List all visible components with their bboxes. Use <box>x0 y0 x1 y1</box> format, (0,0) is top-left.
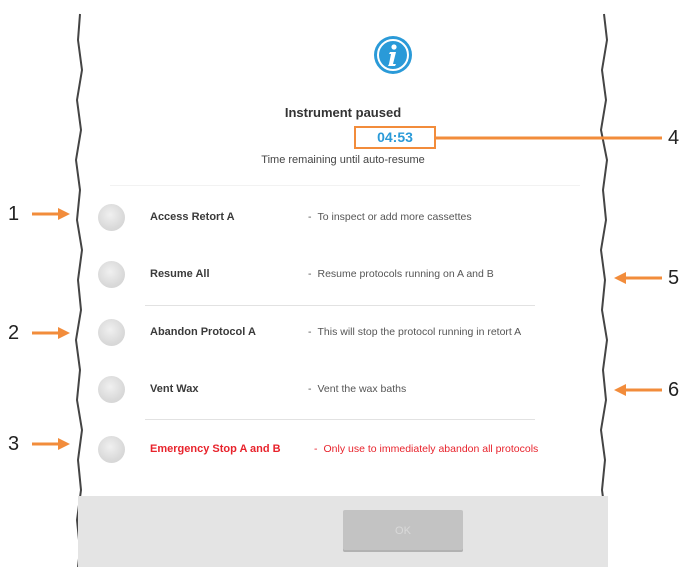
radio-button[interactable] <box>98 319 125 346</box>
option-label: Emergency Stop A and B <box>150 443 281 455</box>
callout-arrow-icon <box>614 272 662 284</box>
option-description-text: This will stop the protocol running in r… <box>317 326 522 338</box>
option-description-text: Vent the wax baths <box>317 383 407 395</box>
option-label: Abandon Protocol A <box>150 326 256 338</box>
radio-button[interactable] <box>98 376 125 403</box>
dialog-title: Instrument paused <box>284 105 402 120</box>
option-label: Access Retort A <box>150 211 235 223</box>
divider <box>145 419 535 420</box>
option-description-text: Only use to immediately abandon all prot… <box>323 443 539 455</box>
ok-button[interactable]: OK <box>343 510 463 552</box>
option-vent-wax[interactable]: Vent Wax - Vent the wax baths <box>96 372 596 408</box>
divider <box>145 305 535 306</box>
option-description: - Only use to immediately abandon all pro… <box>314 443 538 455</box>
dash: - <box>308 268 312 280</box>
dash: - <box>308 383 312 395</box>
option-resume-all[interactable]: Resume All - Resume protocols running on … <box>96 257 596 293</box>
callout-number: 5 <box>668 267 680 289</box>
callout-arrow-icon <box>614 384 662 396</box>
radio-button[interactable] <box>98 204 125 231</box>
dash: - <box>308 211 312 223</box>
option-description-text: Resume protocols running on A and B <box>317 268 494 280</box>
info-icon <box>374 36 412 74</box>
timer-caption: Time remaining until auto-resume <box>261 154 425 166</box>
option-description: - This will stop the protocol running in … <box>308 326 521 338</box>
callout-arrow-icon <box>32 327 70 339</box>
callout-number: 3 <box>8 433 20 455</box>
dash: - <box>314 443 318 455</box>
option-description: - To inspect or add more cassettes <box>308 211 472 223</box>
radio-button[interactable] <box>98 436 125 463</box>
background-line <box>110 185 580 186</box>
callout-number: 1 <box>8 203 20 225</box>
option-abandon-protocol-a[interactable]: Abandon Protocol A - This will stop the p… <box>96 315 596 351</box>
option-label: Resume All <box>150 268 210 280</box>
callout-line-timer <box>436 136 662 140</box>
option-label: Vent Wax <box>150 383 199 395</box>
option-description-text: To inspect or add more cassettes <box>317 211 472 223</box>
option-access-retort-a[interactable]: Access Retort A - To inspect or add more … <box>96 200 596 236</box>
option-description: - Resume protocols running on A and B <box>308 268 494 280</box>
callout-number: 4 <box>668 127 680 149</box>
dash: - <box>308 326 312 338</box>
radio-button[interactable] <box>98 261 125 288</box>
option-description: - Vent the wax baths <box>308 383 406 395</box>
countdown-timer: 04:53 <box>354 126 436 149</box>
callout-arrow-icon <box>32 438 70 450</box>
callout-arrow-icon <box>32 208 70 220</box>
callout-number: 6 <box>668 379 680 401</box>
callout-number: 2 <box>8 322 20 344</box>
option-emergency-stop[interactable]: Emergency Stop A and B - Only use to imme… <box>96 432 596 468</box>
